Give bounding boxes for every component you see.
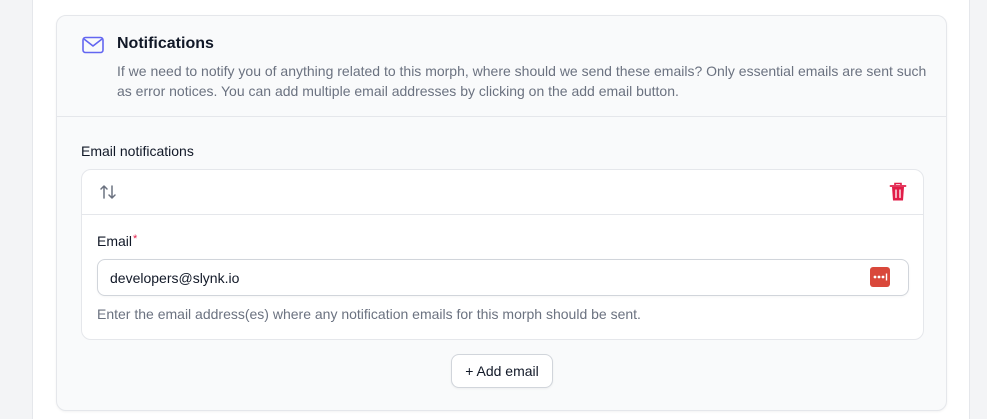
email-label-text: Email	[97, 233, 133, 249]
arrows-up-down-icon[interactable]	[98, 182, 118, 202]
password-manager-icon[interactable]	[870, 267, 890, 287]
email-input-wrapper	[97, 259, 909, 296]
repeater-item-toolbar	[82, 170, 923, 215]
section-header: Notifications If we need to notify you o…	[57, 16, 946, 117]
required-marker: *	[133, 233, 138, 245]
section-title: Notifications	[117, 35, 214, 52]
email-input[interactable]	[98, 260, 858, 295]
trash-icon[interactable]	[889, 182, 907, 202]
notifications-section: Notifications If we need to notify you o…	[56, 15, 947, 411]
section-description: If we need to notify you of anything rel…	[117, 63, 927, 99]
add-email-button[interactable]: + Add email	[451, 354, 553, 388]
email-field-label: Email*	[97, 233, 137, 249]
envelope-icon	[82, 36, 104, 54]
email-repeater-item: Email* Enter the email address(es) where…	[81, 169, 924, 340]
email-helper-text: Enter the email address(es) where any no…	[97, 306, 641, 322]
email-notifications-label: Email notifications	[81, 143, 194, 159]
